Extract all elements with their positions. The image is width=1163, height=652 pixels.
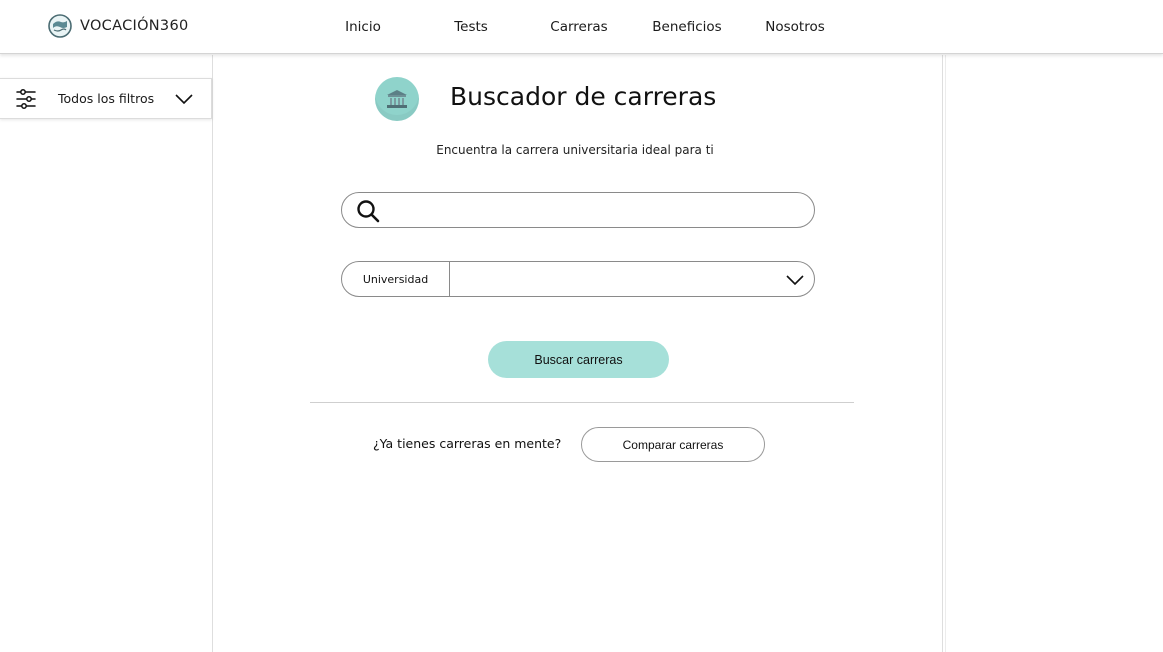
search-careers-button[interactable]: Buscar carreras: [488, 341, 669, 378]
university-badge: [375, 77, 419, 121]
sliders-icon: [16, 89, 36, 109]
career-search-bar[interactable]: [341, 192, 815, 228]
compare-careers-button[interactable]: Comparar carreras: [581, 427, 765, 462]
chevron-down-icon: [175, 94, 193, 105]
nav-beneficios[interactable]: Beneficios: [633, 17, 741, 37]
nav-tests[interactable]: Tests: [417, 17, 525, 37]
filter-label: Todos los filtros: [58, 91, 155, 106]
top-header: VOCACIÓN360 Inicio Tests Carreras Benefi…: [0, 0, 1163, 54]
compare-prompt: ¿Ya tienes carreras en mente?: [373, 436, 562, 451]
university-icon: [387, 90, 407, 108]
section-divider: [310, 402, 854, 403]
career-search-input[interactable]: [390, 199, 800, 223]
nav-nosotros[interactable]: Nosotros: [741, 17, 849, 37]
main-nav: Inicio Tests Carreras Beneficios Nosotro…: [0, 17, 1163, 37]
nav-carreras[interactable]: Carreras: [525, 17, 633, 37]
university-select-label: Universidad: [342, 262, 450, 296]
page-title: Buscador de carreras: [450, 82, 717, 111]
all-filters-toggle[interactable]: Todos los filtros: [0, 78, 212, 119]
nav-inicio[interactable]: Inicio: [309, 17, 417, 37]
search-icon[interactable]: [356, 199, 380, 223]
university-select[interactable]: Universidad: [341, 261, 815, 297]
chevron-down-icon[interactable]: [785, 271, 805, 289]
page-subtitle: Encuentra la carrera universitaria ideal…: [436, 143, 714, 157]
